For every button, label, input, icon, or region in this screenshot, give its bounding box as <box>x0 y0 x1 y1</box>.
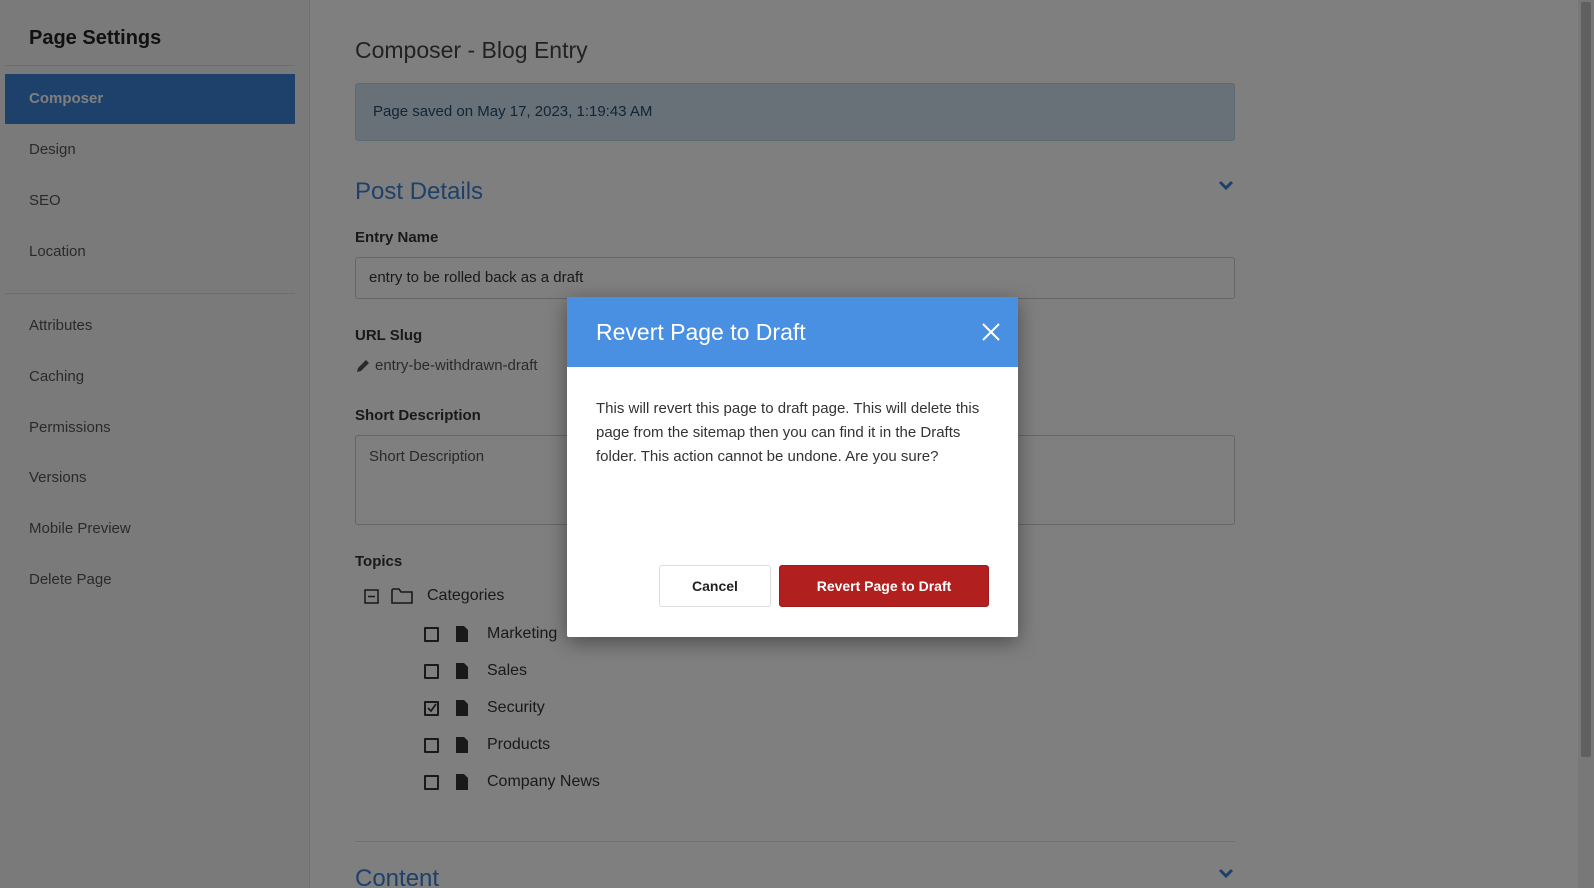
dialog-header: Revert Page to Draft <box>567 297 1018 367</box>
dialog-message: This will revert this page to draft page… <box>596 400 980 465</box>
cancel-button[interactable]: Cancel <box>659 565 771 607</box>
close-icon[interactable] <box>980 321 1002 343</box>
revert-page-to-draft-button[interactable]: Revert Page to Draft <box>779 565 989 607</box>
revert-draft-dialog: Revert Page to Draft This will revert th… <box>567 297 1018 637</box>
dialog-title: Revert Page to Draft <box>596 319 806 345</box>
